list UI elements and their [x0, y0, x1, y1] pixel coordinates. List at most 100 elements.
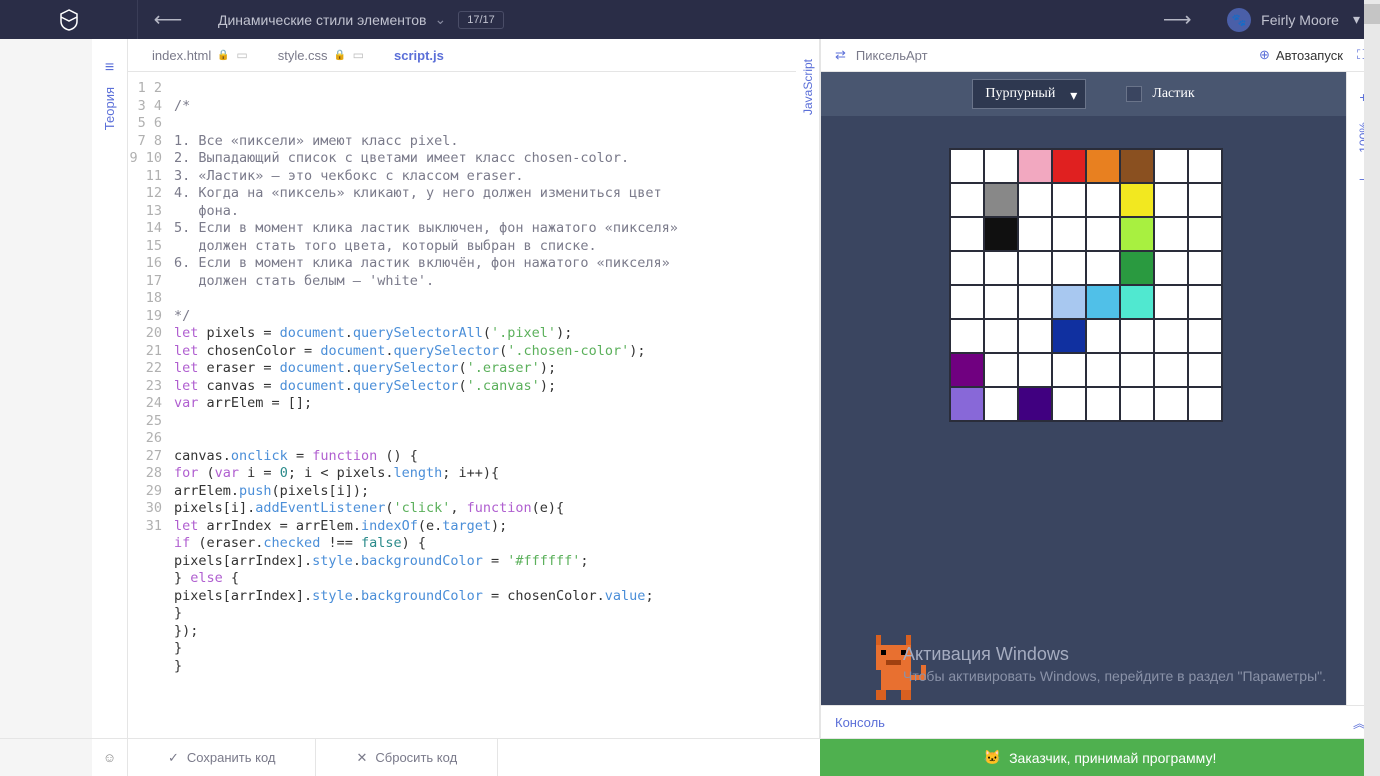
scrollbar[interactable] [1364, 0, 1380, 776]
lesson-title: Динамические стили элементов [218, 12, 427, 28]
pixel[interactable] [984, 183, 1018, 217]
pixel[interactable] [1120, 387, 1154, 421]
eraser-checkbox[interactable]: Ластик [1126, 86, 1194, 102]
preview-title: ПиксельАрт [856, 48, 928, 63]
code-content[interactable]: /* 1. Все «пиксели» имеют класс pixel. 2… [170, 72, 796, 738]
user-menu[interactable]: 🐾 Feirly Moore ▾ [1207, 8, 1380, 32]
pixel[interactable] [1052, 217, 1086, 251]
pixel[interactable] [1154, 353, 1188, 387]
save-code-button[interactable]: ✓ Сохранить код [128, 739, 316, 776]
pixel[interactable] [950, 183, 984, 217]
pixel[interactable] [1120, 183, 1154, 217]
pixel[interactable] [1052, 353, 1086, 387]
pixel[interactable] [1018, 319, 1052, 353]
pixel[interactable] [1188, 251, 1222, 285]
pixel[interactable] [984, 251, 1018, 285]
swap-icon[interactable]: ⇄ [835, 47, 846, 63]
console-toggle[interactable]: Консоль ︽ [821, 705, 1380, 738]
pixel[interactable] [1188, 387, 1222, 421]
left-gutter [0, 39, 92, 738]
pixel[interactable] [1086, 251, 1120, 285]
autorun-toggle[interactable]: ⊕ Автозапуск [1259, 47, 1343, 63]
play-icon: ⊕ [1259, 47, 1270, 63]
pixel[interactable] [984, 149, 1018, 183]
color-select[interactable]: Пурпурный ▾ [972, 79, 1086, 109]
code-editor[interactable]: 1 2 3 4 5 6 7 8 9 10 11 12 13 14 15 16 1… [128, 72, 796, 738]
pixel[interactable] [1120, 319, 1154, 353]
pixel[interactable] [1086, 149, 1120, 183]
pixel[interactable] [1120, 251, 1154, 285]
pixel[interactable] [1154, 285, 1188, 319]
chevron-down-icon: ⌄ [435, 11, 447, 28]
pixel[interactable] [1120, 217, 1154, 251]
pixel[interactable] [1086, 217, 1120, 251]
pixel[interactable] [950, 387, 984, 421]
pixel[interactable] [1120, 353, 1154, 387]
pixel[interactable] [1018, 353, 1052, 387]
pixel[interactable] [1188, 353, 1222, 387]
next-lesson-button[interactable]: ⟶ [1147, 0, 1207, 39]
pixel[interactable] [950, 251, 984, 285]
pixel[interactable] [984, 217, 1018, 251]
pixel[interactable] [1086, 353, 1120, 387]
file-tab-style-css[interactable]: style.css🔒▭ [254, 39, 370, 71]
pixel[interactable] [1086, 285, 1120, 319]
pixel[interactable] [1188, 319, 1222, 353]
pixel[interactable] [1154, 319, 1188, 353]
pixel[interactable] [1052, 251, 1086, 285]
pixel[interactable] [984, 285, 1018, 319]
panel-icon: ▭ [353, 48, 364, 62]
file-tab-script-js[interactable]: script.js [370, 39, 468, 71]
user-name: Feirly Moore [1261, 12, 1339, 28]
pixel[interactable] [950, 285, 984, 319]
pixel[interactable] [950, 149, 984, 183]
pixel[interactable] [1018, 149, 1052, 183]
pixel[interactable] [950, 353, 984, 387]
pixel[interactable] [1154, 183, 1188, 217]
pixel[interactable] [1086, 387, 1120, 421]
lesson-title-dropdown[interactable]: Динамические стили элементов ⌄ 17/17 [198, 11, 1147, 29]
check-icon: ✓ [168, 750, 179, 766]
pixel[interactable] [1188, 183, 1222, 217]
pixel[interactable] [1154, 217, 1188, 251]
pixel[interactable] [984, 387, 1018, 421]
reset-code-button[interactable]: ✕ Сбросить код [316, 739, 498, 776]
prev-lesson-button[interactable]: ⟵ [138, 0, 198, 39]
pixel[interactable] [950, 319, 984, 353]
pixel[interactable] [1086, 319, 1120, 353]
panel-icon: ▭ [236, 48, 247, 62]
pixel[interactable] [1052, 319, 1086, 353]
pixel[interactable] [1120, 285, 1154, 319]
pixel[interactable] [1052, 387, 1086, 421]
pixel[interactable] [1018, 251, 1052, 285]
pixel[interactable] [1018, 285, 1052, 319]
theory-rail[interactable]: ≡ Теория [92, 39, 128, 738]
pixel[interactable] [1154, 251, 1188, 285]
feedback-button[interactable]: ☺ [92, 739, 128, 776]
pixel[interactable] [1188, 217, 1222, 251]
pixel-grid[interactable] [949, 148, 1223, 422]
pixel[interactable] [1018, 183, 1052, 217]
pixel[interactable] [1052, 183, 1086, 217]
submit-button[interactable]: 🐱 Заказчик, принимай программу! [820, 739, 1380, 776]
javascript-rail[interactable]: JavaScript [796, 39, 820, 738]
cat-icon: 🐱 [984, 749, 1001, 766]
pixel[interactable] [984, 353, 1018, 387]
pixel[interactable] [1188, 285, 1222, 319]
pixel[interactable] [1120, 149, 1154, 183]
pixel[interactable] [1086, 183, 1120, 217]
pixel[interactable] [1018, 217, 1052, 251]
pixelart-toolbar: Пурпурный ▾ Ластик [821, 72, 1346, 116]
avatar: 🐾 [1227, 8, 1251, 32]
file-tab-index-html[interactable]: index.html🔒▭ [128, 39, 254, 71]
pixel[interactable] [950, 217, 984, 251]
pixel[interactable] [984, 319, 1018, 353]
pixel[interactable] [1154, 387, 1188, 421]
pixel[interactable] [1018, 387, 1052, 421]
pixel[interactable] [1052, 149, 1086, 183]
pixel[interactable] [1052, 285, 1086, 319]
pixel[interactable] [1188, 149, 1222, 183]
preview-header: ⇄ ПиксельАрт ⊕ Автозапуск ⛶ [821, 39, 1380, 72]
logo[interactable] [0, 0, 138, 39]
pixel[interactable] [1154, 149, 1188, 183]
